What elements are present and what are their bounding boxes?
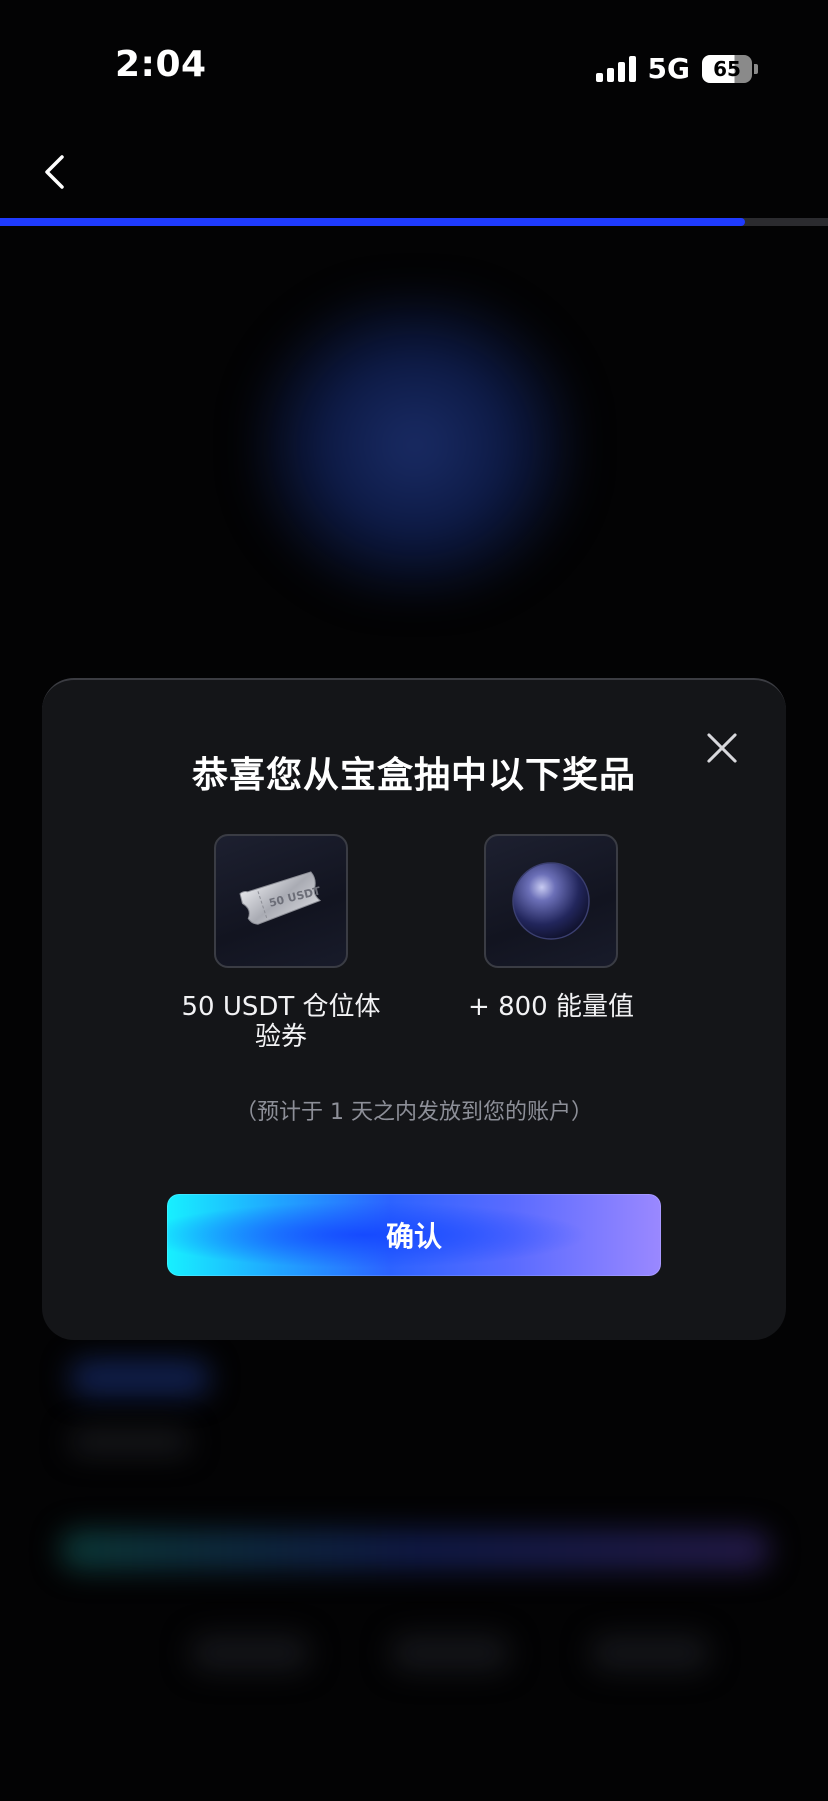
energy-orb-icon (512, 862, 590, 940)
blurred-footer-item (190, 1635, 310, 1671)
prize-item: 50 USDT 50 USDT 仓位体验券 (166, 834, 396, 1052)
confirm-button[interactable]: 确认 (167, 1194, 661, 1276)
battery-icon: 65 (702, 54, 752, 83)
back-button[interactable] (36, 150, 72, 194)
signal-icon (595, 55, 636, 82)
prize-item: + 800 能量值 (436, 834, 666, 1022)
battery-tip (754, 63, 758, 74)
screen: 2:04 5G 65 恭喜您从宝盒抽中以下奖品 50 USDT 50 USDT … (0, 0, 828, 1801)
prize-tile: 50 USDT (214, 834, 348, 968)
blurred-footer-item (590, 1635, 710, 1671)
blurred-gradient-bar (60, 1530, 770, 1570)
delivery-note: （预计于 1 天之内发放到您的账户） (235, 1100, 593, 1125)
status-time: 2:04 (115, 44, 207, 85)
blurred-text (70, 1430, 190, 1454)
blurred-treasure-box (250, 290, 580, 600)
prize-label: 50 USDT 仓位体验券 (181, 992, 381, 1052)
status-indicators: 5G 65 (595, 52, 758, 85)
prize-label: + 800 能量值 (468, 992, 634, 1022)
ticket-icon: 50 USDT (239, 871, 322, 925)
progress-fill (0, 218, 746, 226)
network-label: 5G (647, 52, 690, 85)
prize-tile (484, 834, 618, 968)
status-bar: 2:04 5G 65 (0, 0, 828, 120)
blurred-footer-item (390, 1635, 510, 1671)
prize-modal: 恭喜您从宝盒抽中以下奖品 50 USDT 50 USDT 仓位体验券 + 800… (42, 678, 786, 1340)
modal-title: 恭喜您从宝盒抽中以下奖品 (191, 755, 636, 796)
progress-bar (0, 218, 828, 226)
chevron-left-icon (45, 155, 64, 189)
blurred-badge (70, 1360, 210, 1396)
